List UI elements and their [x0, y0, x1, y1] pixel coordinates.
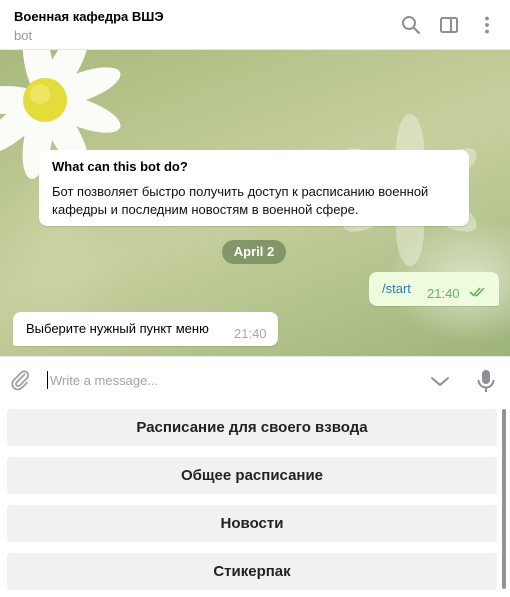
message-time: 21:40: [427, 286, 460, 301]
keyboard-button-stickerpack[interactable]: Стикерпак: [7, 553, 497, 590]
keyboard-button-general-schedule[interactable]: Общее расписание: [7, 457, 497, 494]
bot-description-text: Бот позволяет быстро получить доступ к р…: [52, 184, 429, 217]
bot-description-card: What can this bot do? Бот позволяет быст…: [39, 150, 469, 226]
text-caret: [47, 371, 48, 389]
chat-title[interactable]: Военная кафедра ВШЭ: [14, 9, 164, 24]
incoming-message[interactable]: Выберите нужный пункт меню 21:40: [13, 312, 278, 346]
search-icon[interactable]: [399, 13, 423, 37]
message-text: Выберите нужный пункт меню: [26, 321, 209, 336]
message-time: 21:40: [234, 326, 267, 341]
bot-command-link[interactable]: /start: [382, 281, 411, 296]
message-composer: [0, 356, 510, 404]
microphone-icon[interactable]: [475, 368, 497, 399]
keyboard-button-news[interactable]: Новости: [7, 505, 497, 542]
chevron-down-icon[interactable]: [428, 369, 452, 398]
paperclip-icon[interactable]: [8, 368, 32, 397]
message-input[interactable]: [50, 369, 410, 391]
chat-subtitle: bot: [14, 28, 33, 43]
bot-description-title: What can this bot do?: [52, 159, 188, 174]
chat-header: Военная кафедра ВШЭ bot: [0, 0, 510, 50]
keyboard-scrollbar[interactable]: [502, 409, 506, 589]
keyboard-button-platoon-schedule[interactable]: Расписание для своего взвода: [7, 409, 497, 446]
double-check-icon: [469, 287, 485, 297]
more-vert-icon[interactable]: [475, 13, 499, 37]
sidebar-toggle-icon[interactable]: [437, 13, 461, 37]
date-separator: April 2: [222, 240, 286, 264]
outgoing-message[interactable]: /start 21:40: [369, 272, 499, 306]
chat-history[interactable]: What can this bot do? Бот позволяет быст…: [0, 50, 510, 356]
